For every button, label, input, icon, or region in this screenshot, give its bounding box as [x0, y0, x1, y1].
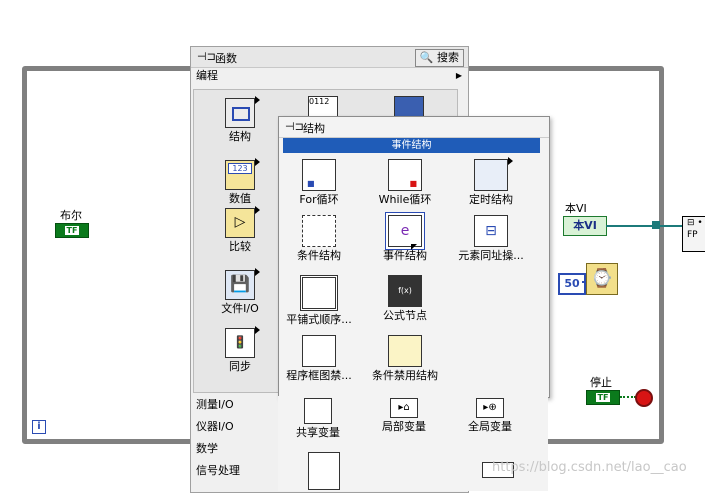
struct-label: 事件结构	[383, 249, 427, 262]
struct-while-loop[interactable]: ■ While循环	[365, 159, 445, 207]
palette-item-label: 数值	[229, 192, 251, 205]
palette-item-array-partial[interactable]: 0112	[308, 96, 338, 118]
global-variable-icon: ▸⊕	[476, 398, 504, 418]
property-node[interactable]: ⊟ • FP	[682, 216, 705, 252]
reference-wire	[606, 225, 682, 227]
struct-label: 局部变量	[382, 420, 426, 433]
diagram-disable-icon	[302, 335, 336, 367]
hover-tooltip: 事件结构	[283, 138, 540, 153]
in-place-element-icon: ⊟	[474, 215, 508, 247]
category-arrow-icon: ▶	[455, 71, 462, 80]
palette-item-cluster-partial[interactable]	[394, 96, 424, 118]
struct-label: 公式节点	[383, 309, 427, 322]
structures-palette: ⊣⊐ 结构 事件结构 ■ For循环 ■ While循环 定时结构 条件结构 e…	[278, 116, 550, 398]
palette-item-label: 比较	[229, 240, 251, 253]
conditional-disable-icon	[388, 335, 422, 367]
synchronization-icon: 🚦	[225, 326, 260, 358]
struct-flat-sequence[interactable]: 平铺式顺序...	[279, 275, 359, 327]
struct-formula-node[interactable]: f(x) 公式节点	[365, 275, 445, 323]
comparison-icon: ▷	[225, 206, 260, 238]
stop-control-terminal[interactable]: TF	[586, 390, 620, 405]
struct-label: 定时结构	[469, 193, 513, 206]
struct-case-structure[interactable]: 条件结构	[279, 215, 359, 263]
stop-wire	[620, 396, 636, 398]
struct-global-variable[interactable]: ▸⊕ 全局变量	[450, 398, 530, 434]
structures-title: 结构	[303, 122, 325, 135]
palette-item-label: 同步	[229, 360, 251, 373]
structures-header: ⊣⊐ 结构	[279, 117, 549, 138]
palette-item-file-io[interactable]: 💾 文件I/O	[210, 268, 270, 316]
wait-ms-constant[interactable]: 50	[558, 273, 586, 295]
struct-label: 条件结构	[297, 249, 341, 262]
watermark-text: https://blog.csdn.net/lao__cao	[492, 460, 687, 475]
pin-icon[interactable]: ⊣⊐	[285, 120, 304, 133]
struct-conditional-disable[interactable]: 条件禁用结构	[365, 335, 445, 383]
numeric-icon: 123	[225, 158, 260, 190]
struct-for-loop[interactable]: ■ For循环	[279, 159, 359, 207]
boolean-tf-text: TF	[64, 226, 80, 235]
timed-structure-icon	[474, 157, 513, 191]
struct-label: 全局变量	[468, 420, 512, 433]
case-structure-icon	[302, 215, 336, 247]
wire-junction	[652, 221, 660, 229]
shared-variable-icon	[304, 398, 332, 424]
for-loop-icon: ■	[302, 159, 336, 191]
wait-ms-icon[interactable]: ⌚	[586, 263, 618, 295]
struct-event-structure[interactable]: e 事件结构	[365, 215, 445, 263]
palette-item-numeric[interactable]: 123 数值	[210, 158, 270, 206]
palette-item-synchronization[interactable]: 🚦 同步	[210, 326, 270, 374]
struct-in-place-element[interactable]: ⊟ 元素同址操...	[451, 215, 531, 263]
boolean-control-terminal[interactable]: TF	[55, 223, 89, 238]
stop-tf-text: TF	[595, 393, 611, 402]
event-structure-icon: e	[388, 215, 422, 247]
struct-label: 元素同址操...	[458, 249, 524, 262]
pin-icon[interactable]: ⊣⊐	[197, 50, 216, 63]
loop-condition-terminal[interactable]	[635, 389, 653, 407]
struct-label: 程序框图禁...	[286, 369, 352, 382]
category-programming[interactable]: 编程 ▶	[191, 68, 468, 84]
struct-local-variable[interactable]: ▸⌂ 局部变量	[364, 398, 444, 434]
palette-item-label: 结构	[229, 130, 251, 143]
formula-node-icon: f(x)	[388, 275, 422, 307]
mouse-cursor-icon	[411, 244, 417, 250]
palette-title: 函数	[215, 52, 237, 65]
search-button[interactable]: 🔍 搜索	[414, 49, 464, 67]
palette-item-label: 文件I/O	[221, 302, 259, 315]
palette-header: ⊣⊐ 函数 🔍 搜索	[191, 47, 468, 68]
flat-sequence-icon	[300, 275, 338, 311]
struct-shared-variable[interactable]: 共享变量	[278, 398, 358, 440]
while-loop-icon: ■	[388, 159, 422, 191]
file-io-icon: 💾	[225, 268, 260, 300]
iteration-terminal: i	[32, 420, 46, 434]
struct-label: For循环	[299, 193, 339, 206]
struct-diagram-disable[interactable]: 程序框图禁...	[279, 335, 359, 383]
structures-icon	[225, 96, 260, 128]
struct-label: 条件禁用结构	[372, 369, 438, 382]
struct-timed-structure[interactable]: 定时结构	[451, 157, 531, 207]
palette-item-structures[interactable]: 结构	[210, 96, 270, 144]
struct-label: 共享变量	[296, 426, 340, 439]
struct-label: 平铺式顺序...	[286, 313, 352, 326]
search-label: 搜索	[437, 51, 459, 64]
palette-item-comparison[interactable]: ▷ 比较	[210, 206, 270, 254]
struct-misc-icon[interactable]	[308, 452, 340, 490]
struct-label: While循环	[378, 193, 432, 206]
boolean-label: 布尔	[60, 209, 82, 222]
this-vi-label: 本VI	[565, 202, 587, 215]
stop-label: 停止	[590, 376, 612, 389]
this-vi-reference[interactable]: 本VI	[563, 216, 607, 236]
variables-row: 共享变量 ▸⌂ 局部变量 ▸⊕ 全局变量	[278, 396, 548, 491]
category-label: 编程	[196, 69, 218, 82]
local-variable-icon: ▸⌂	[390, 398, 418, 418]
